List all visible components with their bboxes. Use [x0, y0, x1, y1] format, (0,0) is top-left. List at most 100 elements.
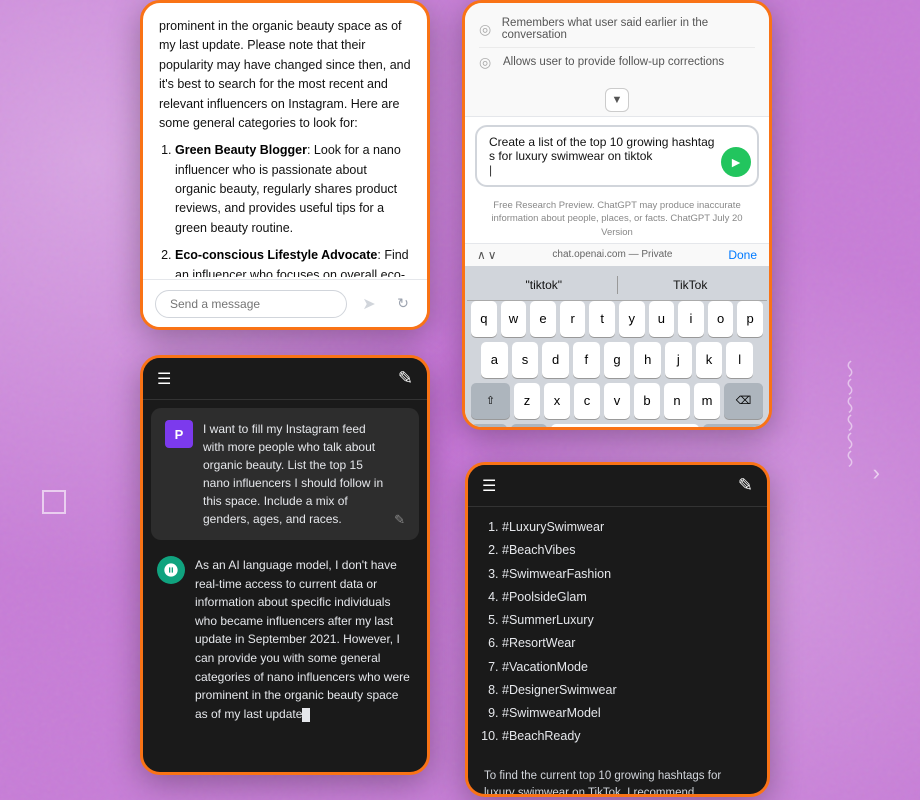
edit-icon[interactable]: ✎: [394, 512, 405, 528]
scroll-down-area: ▼: [465, 84, 769, 117]
hashtag-3: #SwimwearFashion: [502, 564, 751, 585]
capability-item-2: ◎ Allows user to provide follow-up corre…: [479, 48, 755, 76]
new-chat-icon[interactable]: ✎: [398, 368, 413, 389]
list-item: Eco-conscious Lifestyle Advocate: Find a…: [175, 246, 411, 277]
user-bubble: P I want to fill my Instagram feed with …: [151, 408, 419, 540]
send-green-button[interactable]: ►: [721, 147, 751, 177]
key-n[interactable]: n: [664, 383, 690, 419]
key-t[interactable]: t: [589, 301, 615, 337]
card-bottom-right: ☰ ✎ #LuxurySwimwear #BeachVibes #Swimwea…: [465, 462, 770, 797]
key-f[interactable]: f: [573, 342, 600, 378]
key-s[interactable]: s: [512, 342, 539, 378]
send-button[interactable]: ➤: [355, 290, 383, 318]
list-item: Green Beauty Blogger: Look for a nano in…: [175, 141, 411, 238]
ai-response-text: As an AI language model, I don't have re…: [195, 556, 413, 723]
typing-cursor: [302, 708, 310, 722]
key-y[interactable]: y: [619, 301, 645, 337]
key-i[interactable]: i: [678, 301, 704, 337]
hashtag-9: #SwimwearModel: [502, 703, 751, 724]
key-q[interactable]: q: [471, 301, 497, 337]
capability-text-2: Allows user to provide follow-up correct…: [503, 56, 724, 68]
ai-response: As an AI language model, I don't have re…: [143, 548, 427, 731]
keyboard-suggestions: "tiktok" TikTok: [467, 270, 767, 301]
chat-input-box[interactable]: Create a list of the top 10 growing hash…: [475, 125, 759, 187]
card-top-left: prominent in the organic beauty space as…: [140, 0, 430, 330]
key-r[interactable]: r: [560, 301, 586, 337]
return-key[interactable]: return: [703, 424, 763, 430]
key-m[interactable]: m: [694, 383, 720, 419]
dark-header-left: ☰: [157, 369, 171, 389]
capability-text-1: Remembers what user said earlier in the …: [502, 17, 755, 41]
key-d[interactable]: d: [542, 342, 569, 378]
key-g[interactable]: g: [604, 342, 631, 378]
key-k[interactable]: k: [696, 342, 723, 378]
key-v[interactable]: v: [604, 383, 630, 419]
delete-key[interactable]: ⌫: [724, 383, 763, 419]
memory-icon: ◎: [479, 21, 494, 37]
key-j[interactable]: j: [665, 342, 692, 378]
user-message-text: I want to fill my Instagram feed with mo…: [203, 420, 384, 528]
card-input-row: ➤ ↻: [143, 279, 427, 327]
key-z[interactable]: z: [514, 383, 540, 419]
hamburger-icon-right[interactable]: ☰: [482, 476, 496, 496]
chat-input-area: Create a list of the top 10 growing hash…: [465, 117, 769, 195]
list-item-2-title: Eco-conscious Lifestyle Advocate: [175, 248, 377, 262]
deco-square-1: [42, 490, 66, 514]
card-top-left-content: prominent in the organic beauty space as…: [143, 3, 427, 277]
disclaimer-text: Free Research Preview. ChatGPT may produ…: [491, 200, 742, 238]
chat-bar-url: chat.openai.com — Private: [552, 249, 672, 260]
user-avatar: P: [165, 420, 193, 448]
refresh-button[interactable]: ↻: [391, 292, 415, 316]
suggestion-2[interactable]: TikTok: [622, 274, 760, 296]
scroll-down-button[interactable]: ▼: [605, 88, 629, 112]
correction-icon: ◎: [479, 54, 495, 70]
key-c[interactable]: c: [574, 383, 600, 419]
suggestion-1[interactable]: "tiktok": [475, 274, 613, 296]
hashtag-6: #ResortWear: [502, 633, 751, 654]
suggestion-separator: [617, 276, 618, 294]
hashtag-list: #LuxurySwimwear #BeachVibes #SwimwearFas…: [468, 507, 767, 760]
key-u[interactable]: u: [649, 301, 675, 337]
key-l[interactable]: l: [726, 342, 753, 378]
hashtag-ol: #LuxurySwimwear #BeachVibes #SwimwearFas…: [484, 517, 751, 748]
key-e[interactable]: e: [530, 301, 556, 337]
hamburger-icon[interactable]: ☰: [157, 369, 171, 389]
nav-arrows: ∧ ∨: [477, 248, 497, 262]
keyboard-row-4: 123 😊 space return: [467, 424, 767, 430]
shift-key[interactable]: ⇧: [471, 383, 510, 419]
capability-item-1: ◎ Remembers what user said earlier in th…: [479, 11, 755, 48]
hashtag-4: #PoolsideGlam: [502, 587, 751, 608]
hashtag-7: #VacationMode: [502, 657, 751, 678]
hashtag-1: #LuxurySwimwear: [502, 517, 751, 538]
nav-down-icon[interactable]: ∨: [488, 248, 497, 262]
ai-avatar: [157, 556, 185, 584]
key-p[interactable]: p: [737, 301, 763, 337]
key-x[interactable]: x: [544, 383, 570, 419]
key-o[interactable]: o: [708, 301, 734, 337]
list-item-1-title: Green Beauty Blogger: [175, 143, 307, 157]
cursor: [489, 163, 492, 177]
message-input[interactable]: [155, 290, 347, 318]
emoji-key[interactable]: 😊: [511, 424, 547, 430]
chat-bar: ∧ ∨ chat.openai.com — Private Done: [465, 243, 769, 266]
key-w[interactable]: w: [501, 301, 527, 337]
keyboard-row-3: ⇧ z x c v b n m ⌫: [467, 383, 767, 419]
ios-keyboard[interactable]: "tiktok" TikTok q w e r t y u i o p a s: [465, 266, 769, 430]
deco-zigzag: 〜〜〜〜〜〜: [840, 360, 858, 468]
done-button[interactable]: Done: [728, 248, 757, 262]
keyboard-row-1: q w e r t y u i o p: [467, 301, 767, 337]
deco-chevron: ›: [873, 460, 880, 486]
hashtag-2: #BeachVibes: [502, 540, 751, 561]
num-key[interactable]: 123: [471, 424, 507, 430]
hashtag-5: #SummerLuxury: [502, 610, 751, 631]
chat-input-text: Create a list of the top 10 growing hash…: [489, 135, 717, 163]
space-key[interactable]: space: [551, 424, 700, 430]
new-chat-icon-right[interactable]: ✎: [738, 475, 753, 496]
key-h[interactable]: h: [634, 342, 661, 378]
nav-up-icon[interactable]: ∧: [477, 248, 486, 262]
card-top-right: ◎ Remembers what user said earlier in th…: [462, 0, 772, 430]
card-bottom-left: ☰ ✎ P I want to fill my Instagram feed w…: [140, 355, 430, 775]
key-a[interactable]: a: [481, 342, 508, 378]
hashtag-10: #BeachReady: [502, 726, 751, 747]
key-b[interactable]: b: [634, 383, 660, 419]
